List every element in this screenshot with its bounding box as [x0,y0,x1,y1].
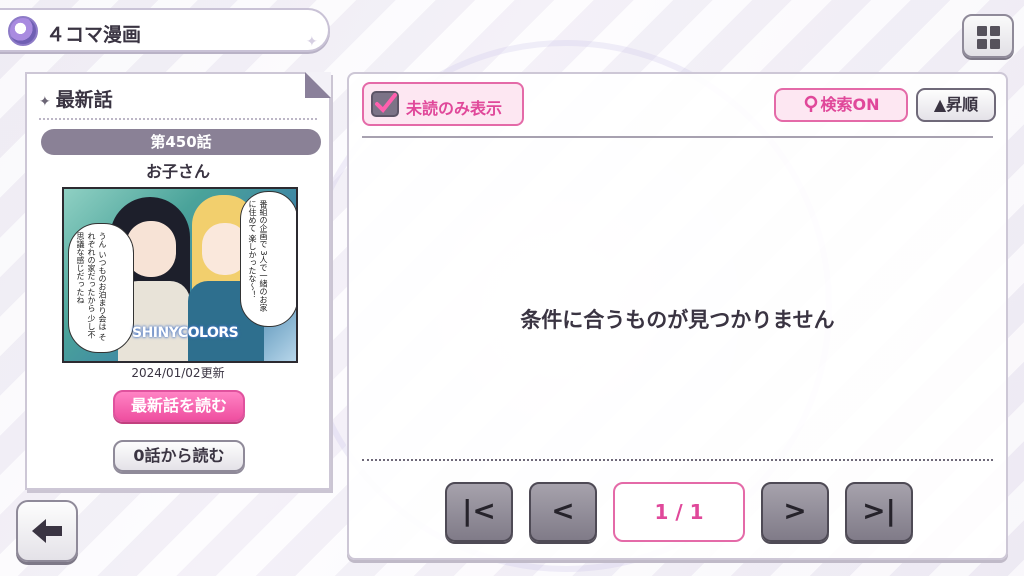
prev-page-icon: < [551,494,575,527]
latest-heading: ✦ 最新話 [39,85,113,112]
back-button[interactable] [16,500,78,562]
shinycolors-logo: SHINYCOLORS [132,325,239,341]
sort-order-label: 昇順 [946,95,979,114]
menu-icon[interactable] [8,16,38,46]
star-icon: ✦ [39,94,51,110]
speech-bubble-right-text: 番組の企画で 3人で一緒のお家に住めて 楽しかったな～！ [248,200,268,312]
updated-date: 2024/01/02更新 [131,366,225,380]
read-from-zero-button[interactable]: 0話から読む [113,440,245,472]
checkbox-icon [371,91,399,117]
grid-view-button[interactable] [962,14,1014,58]
back-arrow-icon [32,519,62,543]
next-page-button[interactable]: > [761,482,829,542]
empty-result-message: 条件に合うものが見つかりません [520,308,835,332]
divider [362,136,993,138]
first-page-button[interactable]: |< [445,482,513,542]
page-title: ４コマ漫画 [46,24,142,46]
sort-up-icon: ▲ [933,95,947,114]
read-latest-button[interactable]: 最新話を読む [113,390,245,422]
prev-page-button[interactable]: < [529,482,597,542]
episode-title: お子さん [145,162,210,181]
page-indicator: 1 / 1 [613,482,745,542]
last-page-button[interactable]: >| [845,482,913,542]
latest-episode-card: ✦ 最新話 第450話 お子さん うん いつものお泊まり会は それぞれの家だったか… [25,72,331,490]
speech-bubble-left: うん いつものお泊まり会は それぞれの家だったから 少し不思議な感じだったね [68,223,134,353]
sparkle-icon: ✦ [306,34,318,50]
sort-order-button[interactable]: ▲昇順 [916,88,996,122]
divider [362,459,993,461]
search-toggle-button[interactable]: 検索ON [774,88,908,122]
latest-heading-label: 最新話 [55,89,113,111]
search-toggle-label: 検索ON [820,95,880,114]
card-fold [305,72,331,98]
episode-thumbnail[interactable]: うん いつものお泊まり会は それぞれの家だったから 少し不思議な感じだったね 番… [62,187,298,363]
unread-only-label: 未読のみ表示 [406,99,503,118]
next-page-icon: > [783,494,807,527]
last-page-icon: >| [862,494,896,527]
title-bar: ４コマ漫画 ✦ [0,8,330,52]
divider [39,118,317,120]
first-page-icon: |< [462,494,496,527]
speech-bubble-right: 番組の企画で 3人で一緒のお家に住めて 楽しかったな～！ [240,191,296,327]
episode-number-badge: 第450話 [41,129,321,155]
search-icon [804,95,817,112]
unread-only-toggle[interactable]: 未読のみ表示 [362,82,524,126]
speech-bubble-left-text: うん いつものお泊まり会は それぞれの家だったから 少し不思議な感じだったね [76,232,107,342]
comic-list-panel: 未読のみ表示 検索ON ▲昇順 条件に合うものが見つかりません |< < 1 /… [347,72,1008,560]
